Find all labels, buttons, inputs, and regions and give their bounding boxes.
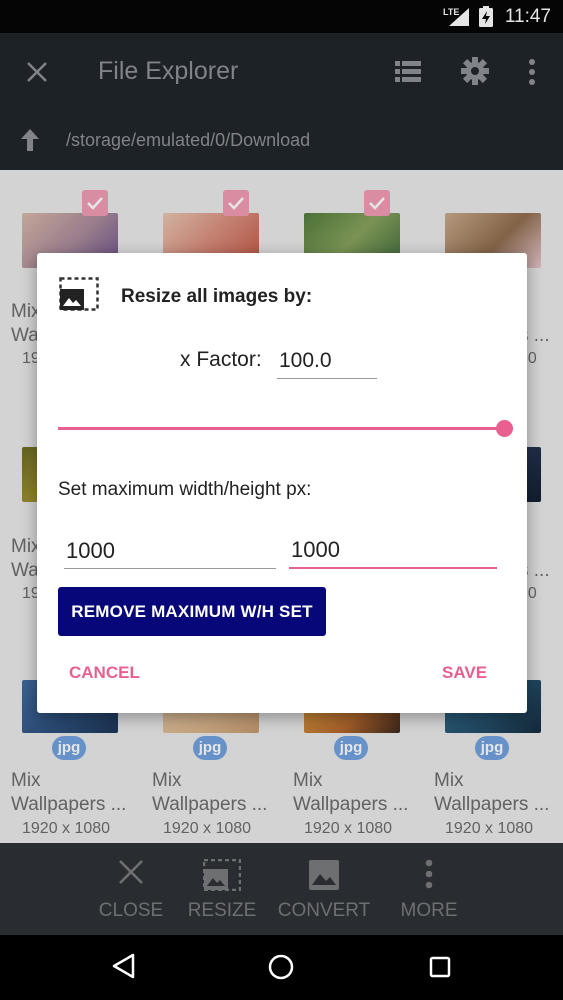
remove-max-wh-button[interactable]: REMOVE MAXIMUM W/H SET — [58, 587, 326, 636]
slider-track — [58, 427, 508, 430]
max-width-input[interactable] — [64, 533, 276, 569]
back-nav-icon[interactable] — [112, 953, 136, 979]
max-size-label: Set maximum width/height px: — [58, 479, 312, 500]
factor-label: x Factor: — [180, 348, 262, 371]
recents-nav-icon[interactable] — [429, 956, 451, 978]
dialog-title: Resize all images by: — [121, 286, 313, 307]
resize-dialog: Resize all images by: x Factor: Set maxi… — [37, 253, 527, 713]
resize-icon — [59, 277, 99, 311]
max-height-input[interactable] — [289, 533, 497, 569]
cancel-button[interactable]: CANCEL — [69, 663, 140, 683]
system-nav-bar — [0, 935, 563, 1000]
home-nav-icon[interactable] — [268, 954, 294, 980]
save-button[interactable]: SAVE — [442, 663, 487, 683]
slider-thumb[interactable] — [496, 420, 513, 437]
factor-slider[interactable] — [58, 419, 513, 439]
factor-input[interactable] — [277, 343, 377, 379]
